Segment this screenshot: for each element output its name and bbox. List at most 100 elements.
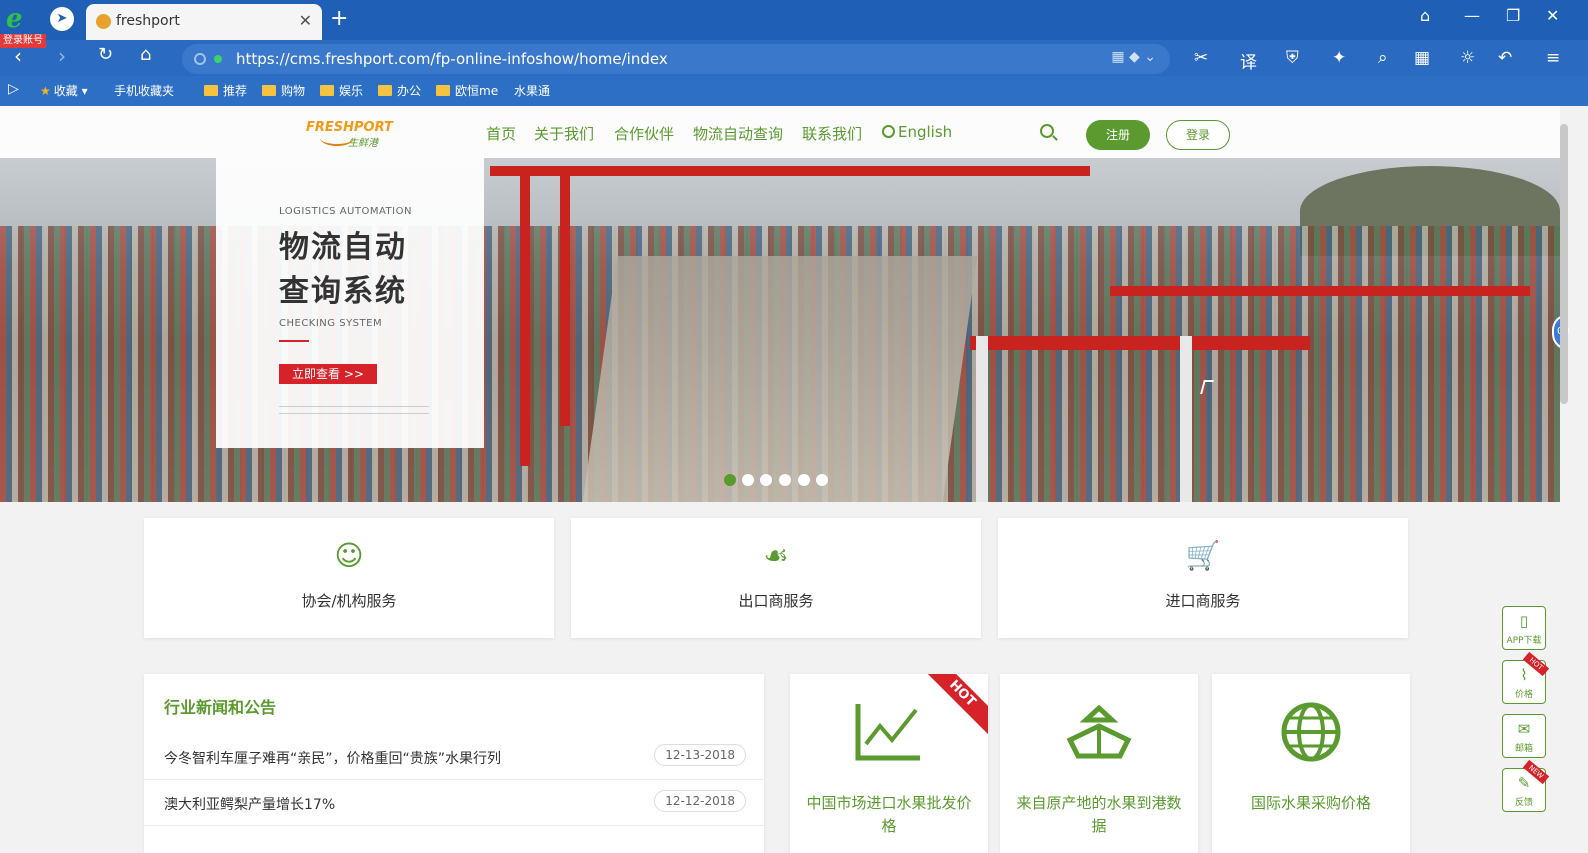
send-icon[interactable]: ➤	[50, 7, 74, 31]
game-icon[interactable]: ✦	[1332, 48, 1346, 68]
site-logo[interactable]: FRESHPORT 生鲜港	[306, 116, 393, 150]
sidebar-toggle-icon[interactable]: ▷	[8, 81, 19, 97]
banner-kicker: LOGISTICS AUTOMATION	[279, 206, 412, 217]
bookmark-folder[interactable]: 办公	[378, 82, 421, 99]
forward-icon[interactable]: ›	[58, 44, 66, 68]
ship-icon	[1066, 704, 1132, 759]
close-window-icon[interactable]: ✕	[1546, 6, 1559, 25]
float-label: 反馈	[1514, 798, 1533, 808]
bookmark-folder[interactable]: 娱乐	[320, 82, 363, 99]
page-scrollbar[interactable]	[1560, 106, 1568, 853]
reload-icon[interactable]: ↻	[98, 44, 113, 65]
carousel-dot[interactable]	[816, 474, 828, 486]
folder-icon	[436, 85, 450, 96]
banner-headline-line: 物流自动	[279, 230, 407, 265]
search-icon[interactable]	[1040, 124, 1054, 138]
restore-icon[interactable]: ❐	[1506, 6, 1520, 25]
hero-road	[582, 256, 978, 502]
carousel-dot[interactable]	[798, 474, 810, 486]
language-switch[interactable]: English	[882, 123, 952, 141]
nav-home[interactable]: 首页	[486, 123, 516, 144]
scissors-icon[interactable]: ✂	[1194, 48, 1208, 68]
minimize-icon[interactable]: —	[1464, 6, 1480, 25]
web-page: LOGISTICS AUTOMATION 物流自动 查询系统 CHECKING …	[0, 106, 1588, 853]
banner-headline-line: 查询系统	[279, 274, 407, 309]
nav-partners[interactable]: 合作伙伴	[614, 123, 674, 144]
service-card-association[interactable]: ☺ 协会/机构服务	[144, 518, 554, 638]
bookmark-mobile[interactable]: 手机收藏夹	[114, 82, 174, 200]
brightness-icon[interactable]: ☼	[1460, 48, 1475, 68]
feature-card-purchase-price[interactable]: 国际水果采购价格	[1212, 674, 1410, 853]
news-item[interactable]: 澳大利亚鳄梨产量增长17% 12-12-2018	[144, 780, 764, 826]
search-tool-icon[interactable]: ⌕	[1378, 48, 1388, 68]
undo-icon[interactable]: ↶	[1498, 48, 1512, 68]
mail-button[interactable]: ✉ 邮箱	[1502, 714, 1546, 758]
bookmark-favorites[interactable]: ★ 收藏 ▾	[40, 82, 88, 99]
nav-logistics-query[interactable]: 物流自动查询	[693, 123, 783, 144]
feature-label: 来自原产地的水果到港数据	[1016, 794, 1182, 835]
address-tools-icon[interactable]: ▦ ◆ ⌄	[1111, 49, 1156, 65]
bookmark-folder[interactable]: 购物	[262, 82, 305, 99]
banner-fine-print	[279, 406, 429, 414]
banner-subtitle: CHECKING SYSTEM	[279, 318, 383, 329]
nav-contact[interactable]: 联系我们	[802, 123, 862, 144]
app-icon: ▯	[1519, 612, 1529, 630]
cart-icon: 🛒	[1185, 539, 1221, 572]
view-now-button[interactable]: 立即查看 >>	[279, 364, 377, 384]
price-button[interactable]: ⌇ HOT 价格	[1502, 651, 1550, 704]
service-card-importer[interactable]: 🛒 进口商服务	[998, 518, 1408, 638]
news-title: 行业新闻和公告	[164, 698, 277, 717]
browser-logo-icon[interactable]: e	[6, 4, 38, 34]
address-bar[interactable]: https://cms.freshport.com/fp-online-info…	[182, 44, 1170, 74]
news-panel: 行业新闻和公告 今冬智利车厘子难再“亲民”，价格重回“贵族”水果行列 12-13…	[144, 674, 764, 853]
folder-icon	[378, 85, 392, 96]
login-button[interactable]: 登录	[1166, 120, 1230, 150]
menu-icon[interactable]: ≡	[1546, 48, 1560, 68]
crane-beam	[1110, 286, 1530, 296]
nav-about[interactable]: 关于我们	[534, 123, 594, 144]
crane-beam	[490, 166, 1090, 176]
translate-icon[interactable]: 译	[1240, 48, 1257, 73]
line-chart-icon	[855, 704, 920, 761]
feature-card-wholesale-price[interactable]: HOT 中国市场进口水果批发价格	[790, 674, 988, 853]
carousel-dot[interactable]	[779, 474, 791, 486]
carousel-dot[interactable]	[724, 474, 736, 486]
register-button[interactable]: 注册	[1086, 120, 1150, 150]
news-headline[interactable]: 今冬智利车厘子难再“亲民”，价格重回“贵族”水果行列	[164, 748, 501, 768]
shield-icon[interactable]: ⛨	[1286, 48, 1299, 68]
carousel-dot[interactable]	[760, 474, 772, 486]
browser-tab[interactable]: freshport ✕	[86, 4, 322, 40]
news-date: 12-13-2018	[654, 744, 746, 766]
bookmark-folder[interactable]: 推荐	[204, 82, 247, 99]
bookmark-folder[interactable]: 欧恒me	[436, 82, 498, 99]
news-item[interactable]	[144, 826, 764, 853]
hero-banner[interactable]: LOGISTICS AUTOMATION 物流自动 查询系统 CHECKING …	[0, 106, 1560, 502]
float-label: 邮箱	[1514, 744, 1533, 754]
folder-icon	[320, 85, 334, 96]
security-icon[interactable]	[194, 53, 206, 65]
hand-fruit-icon: ☙	[763, 539, 789, 572]
feature-card-arrival-data[interactable]: 来自原产地的水果到港数据	[1000, 674, 1198, 853]
feedback-button[interactable]: ✎ NEW 反馈	[1502, 759, 1550, 812]
home-icon[interactable]: ⌂	[140, 44, 151, 65]
apps-grid-icon[interactable]: ▦	[1414, 48, 1430, 68]
account-badge[interactable]: 登录账号	[0, 34, 46, 48]
folder-icon	[204, 85, 218, 96]
app-download-button[interactable]: ▯ APP下载	[1502, 606, 1546, 650]
folder-icon	[262, 85, 276, 96]
skin-icon[interactable]: ⌂	[1420, 6, 1430, 25]
service-card-exporter[interactable]: ☙ 出口商服务	[571, 518, 981, 638]
scrollbar-thumb[interactable]	[1560, 124, 1568, 404]
secure-dot-icon	[214, 55, 222, 63]
news-headline[interactable]: 澳大利亚鳄梨产量增长17%	[164, 794, 335, 814]
bookmark-page[interactable]: 水果通	[514, 82, 550, 200]
news-item[interactable]: 今冬智利车厘子难再“亲民”，价格重回“贵族”水果行列 12-13-2018	[144, 734, 764, 780]
tab-title: freshport	[116, 13, 180, 29]
url-text[interactable]: https://cms.freshport.com/fp-online-info…	[236, 50, 668, 68]
new-tab-button[interactable]: +	[330, 6, 348, 31]
browser-nav-bar: ‹ › ↻ ⌂ https://cms.freshport.com/fp-onl…	[0, 40, 1588, 76]
close-tab-icon[interactable]: ✕	[299, 11, 312, 30]
crane-leg	[976, 336, 988, 502]
carousel-dot[interactable]	[742, 474, 754, 486]
crane-leg	[1180, 336, 1192, 502]
